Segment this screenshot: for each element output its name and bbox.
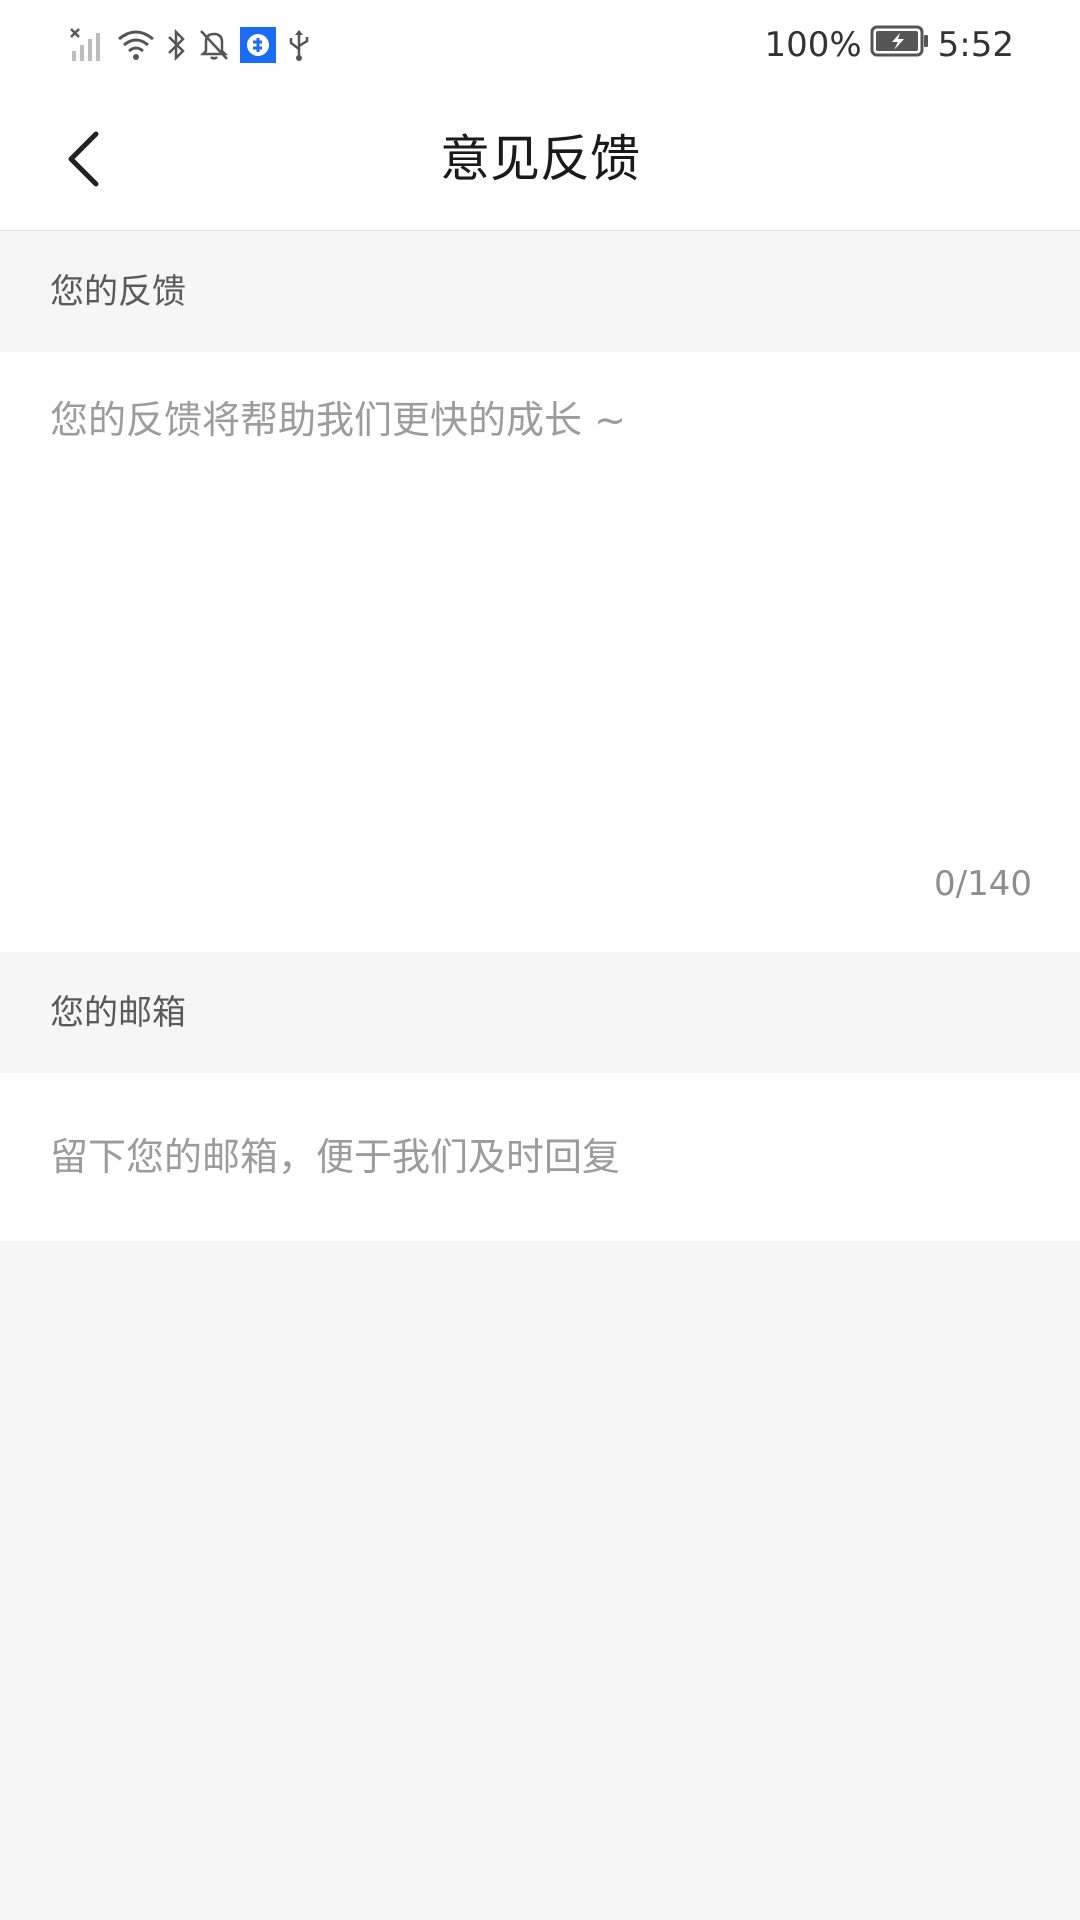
page-title: 意见反馈 [440,130,640,188]
battery-percent: 100% [764,25,862,65]
feedback-screen: 100% 5:52 意见反馈 您的反馈 0/140 [0,0,1080,1920]
clock-time: 5:52 [937,25,1014,65]
bell-muted-icon [198,24,230,66]
email-section-label: 您的邮箱 [50,993,186,1033]
feedback-input-card: 0/140 [0,352,1080,952]
email-field[interactable] [50,1073,1030,1241]
email-section-header: 您的邮箱 [0,953,1080,1073]
wifi-icon [116,24,156,66]
usb-icon [286,24,312,66]
app-notification-icon [240,24,276,66]
feedback-section-label: 您的反馈 [50,272,186,312]
email-input-card [0,1073,1080,1241]
battery-charging-icon [870,24,930,67]
status-bar: 100% 5:52 [0,0,1080,90]
signal-off-icon [70,24,106,66]
status-icons-right: 100% 5:52 [764,24,1014,66]
bluetooth-icon [166,24,188,66]
feedback-section-header: 您的反馈 [0,232,1080,352]
character-counter: 0/140 [934,864,1032,904]
status-icons-left [70,24,312,66]
feedback-textarea[interactable] [50,394,1030,834]
nav-header: 意见反馈 [0,90,1080,231]
